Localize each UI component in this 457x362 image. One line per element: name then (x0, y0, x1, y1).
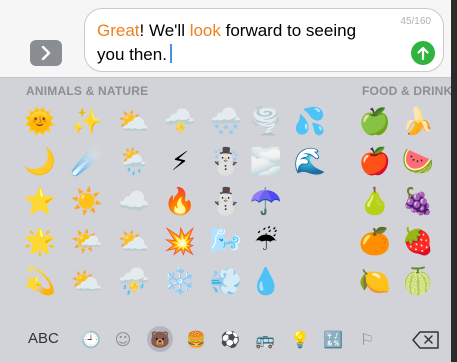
window-edge (451, 0, 457, 362)
food-icon[interactable]: 🍔 (183, 326, 209, 352)
message-text: Great! We'll look forward to seeing you … (97, 19, 387, 67)
food-emoji-key[interactable]: 🍌 (400, 104, 436, 140)
food-emoji-key[interactable]: 🍈 (400, 264, 436, 300)
nature-emoji-key[interactable]: ☁️ (116, 184, 152, 220)
compose-bar: Great! We'll look forward to seeing you … (0, 0, 457, 78)
nature-emoji-key[interactable]: ⛅ (69, 264, 105, 300)
flags-icon[interactable]: ⚐ (354, 326, 380, 352)
send-button[interactable] (411, 41, 435, 65)
nature-emoji-key[interactable]: 💥 (162, 224, 198, 260)
travel-icon[interactable]: 🚌 (252, 326, 278, 352)
nature-emoji-key[interactable]: ☄️ (69, 144, 105, 180)
nature-emoji-key[interactable]: 🌞 (22, 104, 58, 140)
animals-icon[interactable]: 🐻 (147, 326, 173, 352)
food-emoji-key[interactable]: 🍐 (357, 184, 393, 220)
nature-emoji-key[interactable]: 💦 (292, 104, 328, 140)
expand-apps-button[interactable] (30, 40, 62, 66)
nature-emoji-key[interactable]: 🌨️ (208, 104, 244, 140)
nature-emoji-key[interactable]: 🌙 (22, 144, 58, 180)
text-cursor (169, 44, 172, 63)
smileys-icon[interactable]: ☺ (110, 326, 136, 352)
nature-emoji-key[interactable]: 🌫️ (248, 144, 284, 180)
chevron-right-icon (41, 46, 51, 60)
food-emoji-key[interactable]: 🍇 (400, 184, 436, 220)
food-emoji-key[interactable]: 🍋 (357, 264, 393, 300)
nature-emoji-key[interactable]: 🌦️ (116, 144, 152, 180)
section-title-animals-nature: ANIMALS & NATURE (26, 84, 149, 98)
recent-icon[interactable]: 🕘 (78, 326, 104, 352)
nature-emoji-key[interactable]: ☔ (248, 224, 284, 260)
nature-emoji-key[interactable]: ☂️ (248, 184, 284, 220)
nature-emoji-key[interactable]: 🌬️ (208, 224, 244, 260)
section-title-food-drink: FOOD & DRINK (362, 84, 453, 98)
nature-emoji-key[interactable]: ✨ (69, 104, 105, 140)
nature-emoji-key[interactable]: 💫 (22, 264, 58, 300)
nature-emoji-key[interactable]: 💨 (208, 264, 244, 300)
nature-emoji-key[interactable]: 🌪️ (248, 104, 284, 140)
food-emoji-key[interactable]: 🍉 (400, 144, 436, 180)
message-word-look: look (189, 21, 221, 40)
food-emoji-key[interactable]: 🍓 (400, 224, 436, 260)
nature-emoji-key[interactable]: ⛄ (208, 184, 244, 220)
nature-emoji-key[interactable]: 🔥 (162, 184, 198, 220)
nature-emoji-key[interactable]: ☀️ (69, 184, 105, 220)
nature-emoji-key[interactable]: ⭐ (22, 184, 58, 220)
abc-keyboard-button[interactable]: ABC (28, 330, 59, 347)
food-emoji-key[interactable]: 🍊 (357, 224, 393, 260)
symbols-icon[interactable]: 🔣 (320, 326, 346, 352)
category-bar: ABC 🕘 ☺ 🐻 🍔 ⚽ 🚌 💡 🔣 ⚐ (0, 316, 457, 362)
activity-icon[interactable]: ⚽ (217, 326, 243, 352)
objects-icon[interactable]: 💡 (287, 326, 313, 352)
message-segment: ! We'll (139, 21, 190, 40)
nature-emoji-key[interactable]: ⛅ (116, 104, 152, 140)
nature-emoji-key[interactable]: 🌤️ (69, 224, 105, 260)
message-input[interactable]: Great! We'll look forward to seeing you … (84, 8, 444, 72)
emoji-keyboard: ANIMALS & NATURE FOOD & DRINK 🌞 🌙 ⭐ 🌟 💫 ✨ ☄️ ☀️… (0, 78, 457, 316)
nature-emoji-key[interactable]: 💧 (248, 264, 284, 300)
nature-emoji-key[interactable]: ⚡ (162, 144, 198, 180)
character-counter: 45/160 (400, 16, 431, 27)
nature-emoji-key[interactable]: 🌊 (292, 144, 328, 180)
nature-emoji-key[interactable]: 🌟 (22, 224, 58, 260)
arrow-up-icon (417, 46, 429, 60)
message-word-great: Great (97, 21, 140, 40)
nature-emoji-key[interactable]: ☃️ (208, 144, 244, 180)
nature-emoji-key[interactable]: 🌩️ (162, 104, 198, 140)
nature-emoji-key[interactable]: ⛅ (116, 224, 152, 260)
food-emoji-key[interactable]: 🍏 (357, 104, 393, 140)
food-emoji-key[interactable]: 🍎 (357, 144, 393, 180)
nature-emoji-key[interactable]: ⛈️ (116, 264, 152, 300)
backspace-icon[interactable] (412, 331, 440, 349)
nature-emoji-key[interactable]: ❄️ (162, 264, 198, 300)
